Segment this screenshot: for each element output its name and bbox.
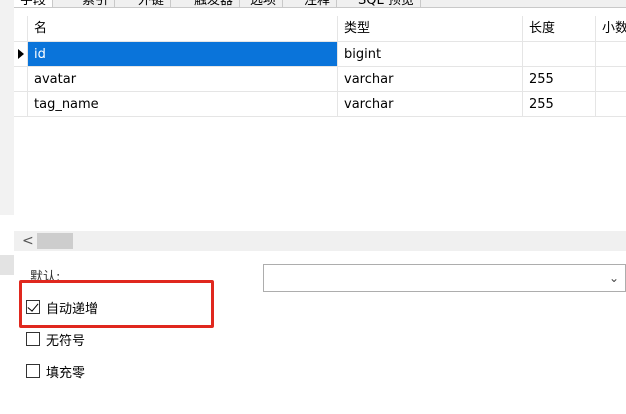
tab-fields[interactable]: 字段	[14, 0, 54, 7]
header-length[interactable]: 长度	[523, 16, 596, 41]
field-length-cell[interactable]	[523, 42, 596, 66]
highlight-annotation	[19, 280, 214, 328]
row-pointer-icon	[18, 49, 24, 59]
table-row[interactable]: avatar varchar 255	[14, 67, 626, 92]
fields-grid: 名 类型 长度 小数点 id bigint avatar varchar 255…	[14, 16, 626, 117]
field-length-cell[interactable]: 255	[523, 67, 596, 91]
tab-indexes[interactable]: 索引	[76, 0, 116, 7]
row-indicator	[14, 67, 28, 91]
field-decimals-cell[interactable]	[596, 92, 626, 116]
scrollbar-thumb[interactable]	[37, 233, 73, 249]
field-type-cell[interactable]: varchar	[338, 92, 523, 116]
zerofill-option[interactable]: 填充零	[26, 362, 85, 381]
header-name[interactable]: 名	[28, 16, 338, 41]
grid-header: 名 类型 长度 小数点	[14, 16, 626, 42]
tab-strip: 字段 索引 外键 触发器 选项 注释 SQL 预览	[14, 0, 626, 8]
tab-triggers[interactable]: 触发器	[188, 0, 241, 7]
field-name-cell[interactable]: avatar	[28, 67, 338, 91]
field-name-cell[interactable]: id	[28, 42, 338, 66]
scroll-left-icon[interactable]: <	[22, 232, 34, 250]
unsigned-checkbox[interactable]	[26, 332, 40, 346]
field-name-cell[interactable]: tag_name	[28, 92, 338, 116]
tab-options[interactable]: 选项	[244, 0, 284, 7]
unsigned-option[interactable]: 无符号	[26, 330, 85, 349]
row-indicator	[14, 42, 28, 66]
header-type[interactable]: 类型	[338, 16, 523, 41]
tab-foreign-keys[interactable]: 外键	[132, 0, 172, 7]
zerofill-label[interactable]: 填充零	[46, 362, 85, 381]
field-decimals-cell[interactable]	[596, 67, 626, 91]
field-type-cell[interactable]: varchar	[338, 67, 523, 91]
left-gutter	[0, 0, 14, 215]
header-indicator	[14, 16, 28, 41]
zerofill-checkbox[interactable]	[26, 364, 40, 378]
chevron-down-icon[interactable]: ⌄	[609, 271, 619, 285]
field-decimals-cell[interactable]	[596, 42, 626, 66]
left-gutter-marker	[0, 255, 14, 275]
default-value-select[interactable]: ⌄	[263, 264, 626, 292]
table-row[interactable]: tag_name varchar 255	[14, 92, 626, 117]
row-indicator	[14, 92, 28, 116]
tab-comments[interactable]: 注释	[298, 0, 338, 7]
tab-sql-preview[interactable]: SQL 预览	[352, 0, 421, 7]
unsigned-label[interactable]: 无符号	[46, 330, 85, 349]
field-length-cell[interactable]: 255	[523, 92, 596, 116]
table-row[interactable]: id bigint	[14, 42, 626, 67]
horizontal-scrollbar[interactable]: <	[14, 231, 626, 251]
header-decimals[interactable]: 小数点	[596, 16, 626, 41]
field-type-cell[interactable]: bigint	[338, 42, 523, 66]
